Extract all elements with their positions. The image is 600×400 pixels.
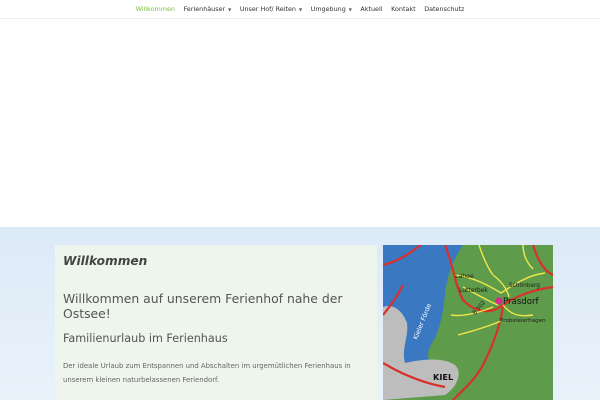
- nav-item-label: Willkommen: [135, 4, 175, 13]
- caret-down-icon: ▼: [298, 6, 303, 12]
- prasdorf-marker-icon: [495, 297, 503, 305]
- intro-paragraph: Der ideale Urlaub zum Entspannen und Abs…: [63, 362, 351, 384]
- nav-item-kontakt[interactable]: Kontakt: [387, 0, 420, 19]
- map-label-kiel: KIEL: [433, 372, 453, 382]
- nav-item-label: Datenschutz: [424, 4, 465, 13]
- hero-area: [0, 19, 600, 227]
- nav-list: Willkommen Ferienhäuser ▼ Unser Hof/ Reiten…: [131, 0, 468, 19]
- nav-item-label: Umgebung: [310, 4, 346, 13]
- page-heading: Willkommen auf unserem Ferienhof nahe de…: [63, 291, 343, 321]
- nav-item-ferienhäuser[interactable]: Ferienhäuser ▼: [179, 0, 235, 19]
- page-subheading: Familienurlaub im Ferienhaus: [63, 332, 228, 345]
- nav-item-label: Kontakt: [391, 4, 416, 13]
- nav-item-willkommen[interactable]: Willkommen: [131, 0, 179, 19]
- caret-down-icon: ▼: [348, 6, 352, 12]
- location-map[interactable]: Lahoe Schönberg Lutterbek Prasdorf Probs…: [383, 245, 553, 400]
- map-label-lutterbek: Lutterbek: [459, 287, 488, 294]
- nav-item-unser-hof-reiten[interactable]: Unser Hof/ Reiten ▼: [236, 0, 307, 19]
- map-label-schoenberg: Schönberg: [509, 283, 540, 289]
- nav-item-umgebung[interactable]: Umgebung ▼: [306, 0, 356, 19]
- nav-item-datenschutz[interactable]: Datenschutz: [420, 0, 469, 19]
- map-label-prasdorf: Prasdorf: [503, 297, 540, 307]
- welcome-card: Willkommen Willkommen auf unserem Ferien…: [55, 245, 377, 400]
- section-title: Willkommen: [63, 254, 148, 268]
- caret-down-icon: ▼: [228, 6, 232, 12]
- map-graphic: Lahoe Schönberg Lutterbek Prasdorf Probs…: [383, 245, 553, 400]
- map-label-lahoe: Lahoe: [455, 273, 474, 280]
- main-navigation: Willkommen Ferienhäuser ▼ Unser Hof/ Reiten…: [0, 0, 600, 19]
- nav-item-label: Aktuell: [360, 4, 383, 13]
- nav-item-label: Unser Hof/ Reiten: [239, 4, 296, 13]
- map-label-probsteierhagen: Probsteierhagen: [500, 318, 546, 324]
- nav-item-aktuell[interactable]: Aktuell: [356, 0, 387, 19]
- nav-item-label: Ferienhäuser: [183, 4, 226, 13]
